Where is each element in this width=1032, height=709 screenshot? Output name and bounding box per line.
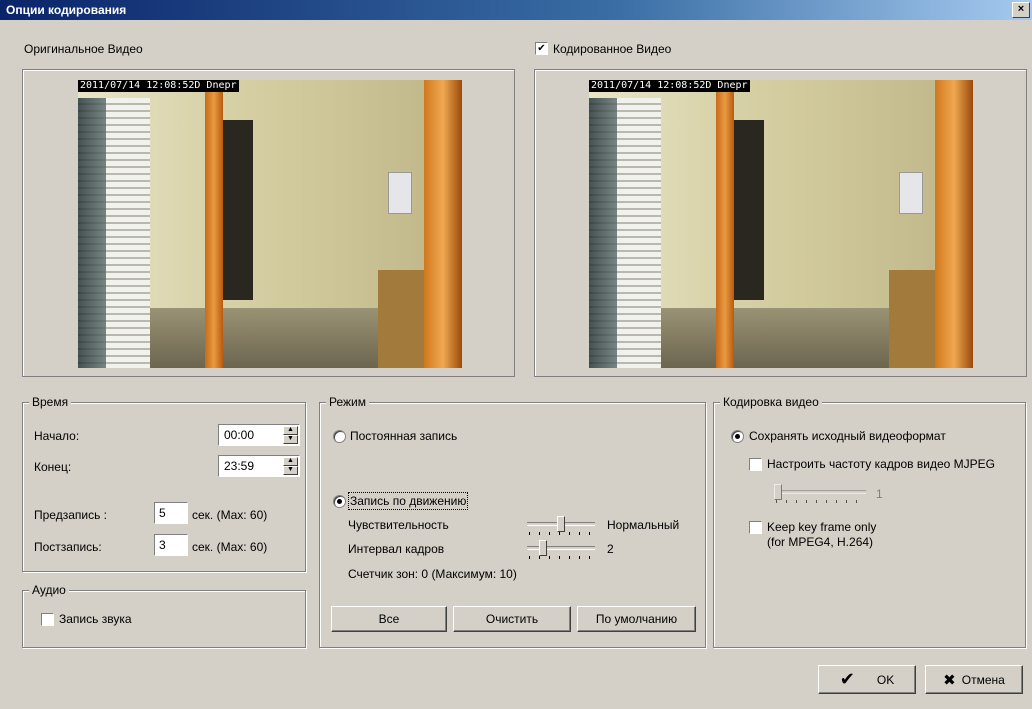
start-label: Начало: — [34, 429, 80, 443]
start-time-field[interactable]: 00:00 ▲ ▼ — [218, 424, 300, 446]
frame-interval-label: Интервал кадров — [348, 542, 445, 556]
close-button[interactable]: × — [1012, 2, 1030, 18]
continuous-record-label: Постоянная запись — [350, 429, 458, 443]
frame-interval-value: 2 — [607, 542, 614, 556]
mjpeg-framerate-label: Настроить частоту кадров видео MJPEG — [767, 457, 995, 471]
zone-counter: Счетчик зон: 0 (Максимум: 10) — [348, 567, 517, 581]
mjpeg-framerate-value: 1 — [876, 487, 883, 501]
title-bar: Опции кодирования × — [0, 0, 1032, 20]
arrow-down-icon[interactable]: ▼ — [283, 466, 298, 475]
mjpeg-framerate-slider[interactable] — [774, 484, 866, 504]
keyframe-only-sublabel: (for MPEG4, H.264) — [767, 535, 874, 549]
frame-interval-slider[interactable] — [527, 540, 595, 560]
pre-record-value: 5 — [159, 506, 166, 520]
keep-format-radio[interactable] — [731, 430, 744, 443]
end-time-field[interactable]: 23:59 ▲ ▼ — [218, 455, 300, 477]
motion-record-radio[interactable] — [333, 495, 346, 508]
arrow-up-icon[interactable]: ▲ — [283, 426, 298, 435]
continuous-record-radio[interactable] — [333, 430, 346, 443]
time-legend: Время — [29, 395, 72, 409]
x-icon: ✖ — [943, 671, 956, 689]
end-time-value: 23:59 — [224, 459, 255, 473]
cancel-button[interactable]: ✖ Отмена — [925, 665, 1023, 694]
keyframe-only-checkbox[interactable] — [749, 521, 762, 534]
arrow-down-icon[interactable]: ▼ — [283, 435, 298, 444]
encoded-timestamp-overlay: 2011/07/14 12:08:52D Dnepr — [589, 80, 750, 92]
post-record-label: Постзапись: — [34, 540, 102, 554]
motion-record-label: Запись по движению — [347, 492, 469, 510]
sensitivity-value: Нормальный — [607, 518, 680, 532]
cancel-button-label: Отмена — [961, 672, 1005, 687]
default-button[interactable]: По умолчанию — [577, 606, 696, 632]
audio-legend: Аудио — [29, 583, 69, 597]
ok-button[interactable]: ✔ OK — [818, 665, 916, 694]
pre-record-unit: сек. (Max: 60) — [192, 508, 268, 522]
pre-record-input[interactable]: 5 — [154, 502, 188, 524]
post-record-value: 3 — [159, 538, 166, 552]
all-button-label: Все — [378, 612, 400, 626]
close-icon: × — [1017, 3, 1025, 15]
end-label: Конец: — [34, 460, 72, 474]
sensitivity-slider[interactable] — [527, 516, 595, 536]
sensitivity-label: Чувствительность — [348, 518, 449, 532]
keyframe-only-label: Keep key frame only — [767, 520, 877, 534]
default-button-label: По умолчанию — [595, 612, 678, 626]
encoded-video-checkbox[interactable]: ✔ — [535, 42, 548, 55]
mode-legend: Режим — [326, 395, 369, 409]
encoded-video-label: Кодированное Видео — [553, 42, 672, 56]
clear-button-label: Очистить — [485, 612, 539, 626]
original-video-label: Оригинальное Видео — [24, 42, 143, 56]
all-button[interactable]: Все — [331, 606, 447, 632]
record-audio-checkbox[interactable] — [41, 613, 54, 626]
checkmark-icon: ✔ — [537, 43, 546, 54]
check-icon: ✔ — [839, 669, 855, 689]
record-audio-label: Запись звука — [59, 612, 132, 626]
post-record-unit: сек. (Max: 60) — [192, 540, 268, 554]
post-record-input[interactable]: 3 — [154, 534, 188, 556]
video-encoding-legend: Кодировка видео — [720, 395, 822, 409]
original-video-image: 2011/07/14 12:08:52D Dnepr — [78, 80, 462, 368]
clear-button[interactable]: Очистить — [453, 606, 571, 632]
arrow-up-icon[interactable]: ▲ — [283, 457, 298, 466]
original-video-frame: 2011/07/14 12:08:52D Dnepr — [22, 69, 515, 377]
pre-record-label: Предзапись : — [34, 508, 108, 522]
encoded-video-frame: 2011/07/14 12:08:52D Dnepr — [534, 69, 1027, 377]
encoded-video-image: 2011/07/14 12:08:52D Dnepr — [589, 80, 973, 368]
start-time-value: 00:00 — [224, 428, 255, 442]
ok-button-label: OK — [876, 672, 895, 687]
window-title: Опции кодирования — [6, 3, 127, 17]
original-timestamp-overlay: 2011/07/14 12:08:52D Dnepr — [78, 80, 239, 92]
mjpeg-framerate-checkbox[interactable] — [749, 458, 762, 471]
keep-format-label: Сохранять исходный видеоформат — [749, 429, 946, 443]
